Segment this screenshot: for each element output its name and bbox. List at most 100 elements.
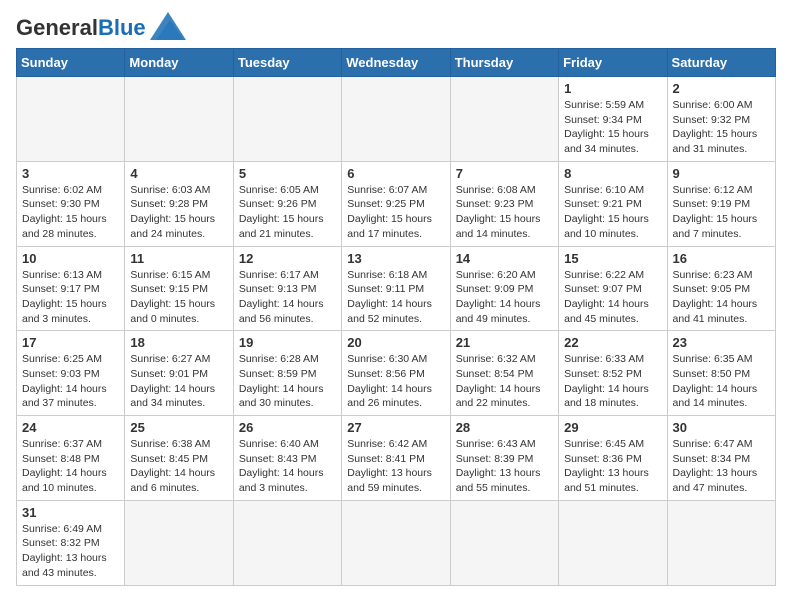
day-info: Sunrise: 6:20 AM Sunset: 9:09 PM Dayligh… bbox=[456, 268, 553, 327]
calendar-cell: 1 Sunrise: 5:59 AM Sunset: 9:34 PM Daylig… bbox=[559, 77, 667, 162]
day-info: Sunrise: 6:10 AM Sunset: 9:21 PM Dayligh… bbox=[564, 183, 661, 242]
day-info: Sunrise: 6:38 AM Sunset: 8:45 PM Dayligh… bbox=[130, 437, 227, 496]
weekday-header-tuesday: Tuesday bbox=[233, 49, 341, 77]
day-info: Sunrise: 6:27 AM Sunset: 9:01 PM Dayligh… bbox=[130, 352, 227, 411]
day-number: 4 bbox=[130, 166, 227, 181]
week-row-1: 1 Sunrise: 5:59 AM Sunset: 9:34 PM Daylig… bbox=[17, 77, 776, 162]
calendar-cell bbox=[17, 77, 125, 162]
calendar-cell: 21 Sunrise: 6:32 AM Sunset: 8:54 PM Dayli… bbox=[450, 331, 558, 416]
calendar-cell: 27 Sunrise: 6:42 AM Sunset: 8:41 PM Dayli… bbox=[342, 416, 450, 501]
calendar-cell bbox=[450, 500, 558, 585]
calendar-cell: 19 Sunrise: 6:28 AM Sunset: 8:59 PM Dayli… bbox=[233, 331, 341, 416]
calendar-cell: 30 Sunrise: 6:47 AM Sunset: 8:34 PM Dayli… bbox=[667, 416, 775, 501]
logo-general: General bbox=[16, 15, 98, 40]
day-number: 26 bbox=[239, 420, 336, 435]
calendar-cell: 13 Sunrise: 6:18 AM Sunset: 9:11 PM Dayli… bbox=[342, 246, 450, 331]
day-number: 31 bbox=[22, 505, 119, 520]
calendar-cell bbox=[125, 77, 233, 162]
weekday-header-wednesday: Wednesday bbox=[342, 49, 450, 77]
calendar-cell: 7 Sunrise: 6:08 AM Sunset: 9:23 PM Daylig… bbox=[450, 161, 558, 246]
calendar-cell: 29Sunrise: 6:45 AM Sunset: 8:36 PM Dayli… bbox=[559, 416, 667, 501]
day-info: Sunrise: 6:12 AM Sunset: 9:19 PM Dayligh… bbox=[673, 183, 770, 242]
logo-area: GeneralBlue bbox=[16, 16, 186, 40]
logo-icon bbox=[150, 12, 186, 40]
day-info: Sunrise: 6:08 AM Sunset: 9:23 PM Dayligh… bbox=[456, 183, 553, 242]
day-info: Sunrise: 6:47 AM Sunset: 8:34 PM Dayligh… bbox=[673, 437, 770, 496]
week-row-4: 17Sunrise: 6:25 AM Sunset: 9:03 PM Dayli… bbox=[17, 331, 776, 416]
day-number: 11 bbox=[130, 251, 227, 266]
calendar-cell: 26 Sunrise: 6:40 AM Sunset: 8:43 PM Dayli… bbox=[233, 416, 341, 501]
calendar-cell bbox=[233, 77, 341, 162]
day-info: Sunrise: 6:13 AM Sunset: 9:17 PM Dayligh… bbox=[22, 268, 119, 327]
calendar-cell: 12Sunrise: 6:17 AM Sunset: 9:13 PM Dayli… bbox=[233, 246, 341, 331]
day-number: 22 bbox=[564, 335, 661, 350]
calendar-cell: 15 Sunrise: 6:22 AM Sunset: 9:07 PM Dayli… bbox=[559, 246, 667, 331]
day-info: Sunrise: 6:17 AM Sunset: 9:13 PM Dayligh… bbox=[239, 268, 336, 327]
day-number: 20 bbox=[347, 335, 444, 350]
day-number: 3 bbox=[22, 166, 119, 181]
calendar-cell: 23 Sunrise: 6:35 AM Sunset: 8:50 PM Dayli… bbox=[667, 331, 775, 416]
calendar-cell: 8 Sunrise: 6:10 AM Sunset: 9:21 PM Daylig… bbox=[559, 161, 667, 246]
weekday-header-sunday: Sunday bbox=[17, 49, 125, 77]
calendar-cell: 18 Sunrise: 6:27 AM Sunset: 9:01 PM Dayli… bbox=[125, 331, 233, 416]
day-info: Sunrise: 6:35 AM Sunset: 8:50 PM Dayligh… bbox=[673, 352, 770, 411]
calendar-cell bbox=[125, 500, 233, 585]
week-row-2: 3 Sunrise: 6:02 AM Sunset: 9:30 PM Daylig… bbox=[17, 161, 776, 246]
calendar-cell: 2 Sunrise: 6:00 AM Sunset: 9:32 PM Daylig… bbox=[667, 77, 775, 162]
calendar-cell bbox=[342, 500, 450, 585]
day-info: Sunrise: 6:02 AM Sunset: 9:30 PM Dayligh… bbox=[22, 183, 119, 242]
calendar-cell bbox=[233, 500, 341, 585]
calendar: SundayMondayTuesdayWednesdayThursdayFrid… bbox=[16, 48, 776, 586]
calendar-cell: 22 Sunrise: 6:33 AM Sunset: 8:52 PM Dayli… bbox=[559, 331, 667, 416]
day-info: Sunrise: 6:22 AM Sunset: 9:07 PM Dayligh… bbox=[564, 268, 661, 327]
day-number: 9 bbox=[673, 166, 770, 181]
calendar-cell: 9 Sunrise: 6:12 AM Sunset: 9:19 PM Daylig… bbox=[667, 161, 775, 246]
day-number: 23 bbox=[673, 335, 770, 350]
day-number: 30 bbox=[673, 420, 770, 435]
day-number: 1 bbox=[564, 81, 661, 96]
calendar-cell: 4Sunrise: 6:03 AM Sunset: 9:28 PM Daylig… bbox=[125, 161, 233, 246]
day-number: 16 bbox=[673, 251, 770, 266]
day-number: 17 bbox=[22, 335, 119, 350]
day-number: 21 bbox=[456, 335, 553, 350]
day-info: Sunrise: 6:43 AM Sunset: 8:39 PM Dayligh… bbox=[456, 437, 553, 496]
calendar-cell: 20Sunrise: 6:30 AM Sunset: 8:56 PM Dayli… bbox=[342, 331, 450, 416]
day-number: 13 bbox=[347, 251, 444, 266]
day-number: 10 bbox=[22, 251, 119, 266]
day-info: Sunrise: 6:32 AM Sunset: 8:54 PM Dayligh… bbox=[456, 352, 553, 411]
day-number: 15 bbox=[564, 251, 661, 266]
day-info: Sunrise: 6:33 AM Sunset: 8:52 PM Dayligh… bbox=[564, 352, 661, 411]
calendar-cell: 6Sunrise: 6:07 AM Sunset: 9:25 PM Daylig… bbox=[342, 161, 450, 246]
calendar-cell: 31 Sunrise: 6:49 AM Sunset: 8:32 PM Dayli… bbox=[17, 500, 125, 585]
day-number: 24 bbox=[22, 420, 119, 435]
day-info: Sunrise: 6:00 AM Sunset: 9:32 PM Dayligh… bbox=[673, 98, 770, 157]
calendar-cell: 28Sunrise: 6:43 AM Sunset: 8:39 PM Dayli… bbox=[450, 416, 558, 501]
day-number: 8 bbox=[564, 166, 661, 181]
calendar-cell: 24Sunrise: 6:37 AM Sunset: 8:48 PM Dayli… bbox=[17, 416, 125, 501]
week-row-3: 10 Sunrise: 6:13 AM Sunset: 9:17 PM Dayli… bbox=[17, 246, 776, 331]
day-number: 18 bbox=[130, 335, 227, 350]
day-info: Sunrise: 6:18 AM Sunset: 9:11 PM Dayligh… bbox=[347, 268, 444, 327]
logo-blue: Blue bbox=[98, 15, 146, 40]
calendar-cell: 10 Sunrise: 6:13 AM Sunset: 9:17 PM Dayli… bbox=[17, 246, 125, 331]
day-info: Sunrise: 6:42 AM Sunset: 8:41 PM Dayligh… bbox=[347, 437, 444, 496]
day-number: 19 bbox=[239, 335, 336, 350]
day-number: 27 bbox=[347, 420, 444, 435]
day-number: 2 bbox=[673, 81, 770, 96]
day-number: 5 bbox=[239, 166, 336, 181]
day-info: Sunrise: 6:23 AM Sunset: 9:05 PM Dayligh… bbox=[673, 268, 770, 327]
day-info: Sunrise: 5:59 AM Sunset: 9:34 PM Dayligh… bbox=[564, 98, 661, 157]
logo-text: GeneralBlue bbox=[16, 17, 146, 39]
calendar-cell bbox=[667, 500, 775, 585]
calendar-cell: 25 Sunrise: 6:38 AM Sunset: 8:45 PM Dayli… bbox=[125, 416, 233, 501]
calendar-cell: 17Sunrise: 6:25 AM Sunset: 9:03 PM Dayli… bbox=[17, 331, 125, 416]
calendar-cell bbox=[342, 77, 450, 162]
week-row-5: 24Sunrise: 6:37 AM Sunset: 8:48 PM Dayli… bbox=[17, 416, 776, 501]
day-info: Sunrise: 6:49 AM Sunset: 8:32 PM Dayligh… bbox=[22, 522, 119, 581]
day-number: 7 bbox=[456, 166, 553, 181]
day-info: Sunrise: 6:28 AM Sunset: 8:59 PM Dayligh… bbox=[239, 352, 336, 411]
calendar-cell: 3 Sunrise: 6:02 AM Sunset: 9:30 PM Daylig… bbox=[17, 161, 125, 246]
weekday-header-saturday: Saturday bbox=[667, 49, 775, 77]
day-number: 25 bbox=[130, 420, 227, 435]
day-info: Sunrise: 6:40 AM Sunset: 8:43 PM Dayligh… bbox=[239, 437, 336, 496]
